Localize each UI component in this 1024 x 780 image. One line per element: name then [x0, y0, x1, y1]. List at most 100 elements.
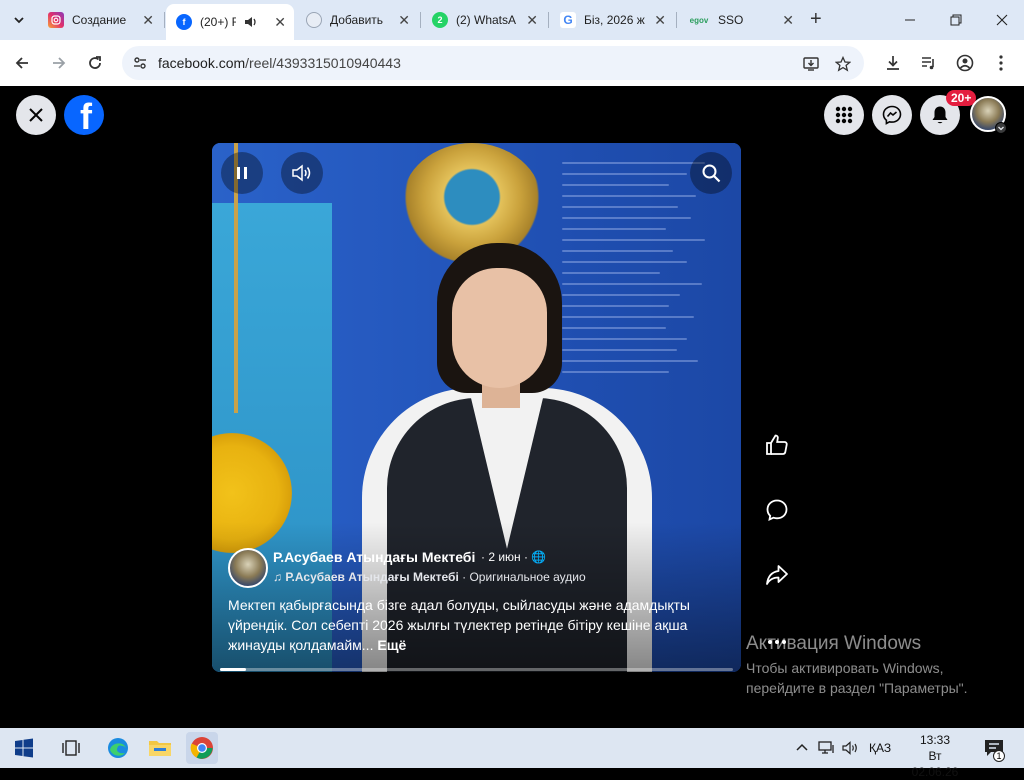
- minimize-icon: [905, 19, 915, 21]
- input-language-indicator[interactable]: ҚАЗ: [869, 740, 891, 756]
- more-vertical-icon: [999, 55, 1003, 71]
- browser-toolbar: facebook.com/reel/4393315010940443: [0, 40, 1024, 86]
- instagram-icon: [48, 12, 64, 28]
- account-icon: [956, 54, 974, 72]
- tab-sso[interactable]: egov SSO ✕: [678, 6, 802, 34]
- egov-icon: egov: [689, 15, 709, 25]
- network-button[interactable]: [818, 740, 836, 756]
- tab-title: (2) WhatsA: [456, 13, 517, 27]
- show-hidden-icons-button[interactable]: [796, 740, 808, 756]
- tab-title: SSO: [718, 13, 744, 27]
- download-icon: [887, 56, 899, 70]
- close-icon: [996, 14, 1008, 26]
- facebook-logo[interactable]: f: [64, 95, 104, 135]
- notification-count-badge: 1: [993, 750, 1005, 762]
- comment-icon: [766, 499, 788, 522]
- folder-icon: [149, 741, 171, 756]
- music-note-icon: ♫: [273, 570, 286, 584]
- author-avatar[interactable]: [228, 548, 268, 588]
- pause-button[interactable]: [221, 152, 263, 194]
- windows-activation-watermark: Активация Windows Чтобы активировать Win…: [746, 633, 968, 698]
- windows-logo-icon: [15, 738, 33, 758]
- tab-google[interactable]: G Біз, 2026 ж ✕: [550, 6, 674, 34]
- url-text: facebook.com/reel/4393315010940443: [158, 55, 401, 71]
- url-host: facebook.com: [158, 55, 246, 71]
- watermark-title: Активация Windows: [746, 633, 922, 654]
- speaker-icon[interactable]: [244, 16, 258, 28]
- tab-separator: [420, 12, 421, 28]
- close-icon[interactable]: ✕: [654, 11, 666, 29]
- browser-menu-button[interactable]: [990, 52, 1012, 74]
- taskbar-edge[interactable]: [104, 734, 132, 762]
- tab-facebook-active[interactable]: f (20+) F ✕: [166, 4, 294, 40]
- close-reel-button[interactable]: [16, 95, 56, 135]
- tab-separator: [548, 12, 549, 28]
- reload-button[interactable]: [83, 51, 107, 75]
- volume-button[interactable]: [281, 152, 323, 194]
- taskbar-chrome[interactable]: [186, 732, 218, 764]
- install-icon: [803, 57, 819, 71]
- video-progress-bar[interactable]: [220, 668, 733, 671]
- install-app-button[interactable]: [802, 54, 822, 74]
- back-button[interactable]: [10, 51, 34, 75]
- restore-icon: [950, 14, 962, 26]
- address-bar[interactable]: facebook.com/reel/4393315010940443: [122, 46, 864, 80]
- downloads-button[interactable]: [882, 52, 904, 74]
- edge-icon: [108, 738, 128, 758]
- generic-site-icon: [306, 12, 322, 28]
- tab-add[interactable]: Добавить ✕: [296, 6, 418, 34]
- site-settings-icon[interactable]: [132, 55, 148, 71]
- arrow-right-icon: [53, 57, 66, 69]
- emblem-image: [402, 143, 542, 263]
- tab-search-button[interactable]: [6, 8, 32, 32]
- close-window-button[interactable]: [987, 8, 1017, 32]
- audio-attribution[interactable]: ♫ Р.Асубаев Атындағы Мектебі · Оригиналь…: [273, 570, 586, 584]
- restore-button[interactable]: [941, 8, 971, 32]
- forward-button[interactable]: [47, 51, 71, 75]
- bell-icon: [932, 106, 948, 124]
- account-chevron[interactable]: [995, 122, 1007, 134]
- menu-button[interactable]: [824, 95, 864, 135]
- speaker-icon: [842, 741, 857, 755]
- close-icon[interactable]: ✕: [274, 13, 286, 31]
- whatsapp-icon: 2: [432, 12, 448, 28]
- reel-viewer: f 20+ Р.Асубаев Атындағы Мектебі · 2 июн…: [0, 86, 1024, 728]
- bookmark-button[interactable]: [833, 54, 853, 74]
- author-name-link[interactable]: Р.Асубаев Атындағы Мектебі: [273, 549, 475, 565]
- reel-video[interactable]: Р.Асубаев Атындағы Мектебі · 2 июн · 🌐 ♫…: [212, 143, 741, 672]
- tab-title: Создание: [72, 13, 127, 27]
- minimize-button[interactable]: [895, 8, 925, 32]
- watermark-line-2: перейдите в раздел "Параметры".: [746, 680, 968, 696]
- browser-tabstrip: Создание ✕ f (20+) F ✕ Добавить ✕ 2 (2) …: [0, 0, 1024, 40]
- search-button[interactable]: [690, 152, 732, 194]
- close-icon[interactable]: ✕: [526, 11, 538, 29]
- close-icon[interactable]: ✕: [398, 11, 410, 29]
- profile-button[interactable]: [954, 52, 976, 74]
- close-icon[interactable]: ✕: [142, 11, 154, 29]
- chevron-up-icon: [796, 743, 808, 751]
- close-icon[interactable]: ✕: [782, 11, 794, 29]
- windows-taskbar: ҚАЗ 13:33 Вт 02.06.26 1: [0, 728, 1024, 779]
- comment-button[interactable]: [761, 494, 793, 526]
- thumbs-up-icon: [766, 434, 788, 455]
- tab-instagram[interactable]: Создание ✕: [38, 6, 162, 34]
- new-tab-button[interactable]: +: [810, 9, 822, 29]
- volume-button[interactable]: [842, 740, 860, 756]
- taskbar-file-explorer[interactable]: [146, 734, 174, 762]
- reload-icon: [89, 56, 101, 69]
- facebook-icon: f: [176, 14, 192, 30]
- video-progress-fill: [220, 668, 246, 671]
- task-view-button[interactable]: [57, 734, 85, 762]
- share-button[interactable]: [761, 559, 793, 591]
- start-button[interactable]: [10, 734, 38, 762]
- reel-caption: Мектеп қабырғасында бізге адал болуды, с…: [228, 595, 728, 655]
- tab-whatsapp[interactable]: 2 (2) WhatsA ✕: [422, 6, 546, 34]
- media-controls-button[interactable]: [918, 52, 940, 74]
- arrow-left-icon: [15, 57, 28, 69]
- like-button[interactable]: [761, 429, 793, 461]
- system-clock[interactable]: 13:33 Вт 02.06.26: [904, 732, 966, 780]
- messenger-button[interactable]: [872, 95, 912, 135]
- chevron-down-icon: [998, 126, 1004, 131]
- speaker-icon: [292, 164, 311, 182]
- see-more-link[interactable]: Ещё: [377, 637, 406, 653]
